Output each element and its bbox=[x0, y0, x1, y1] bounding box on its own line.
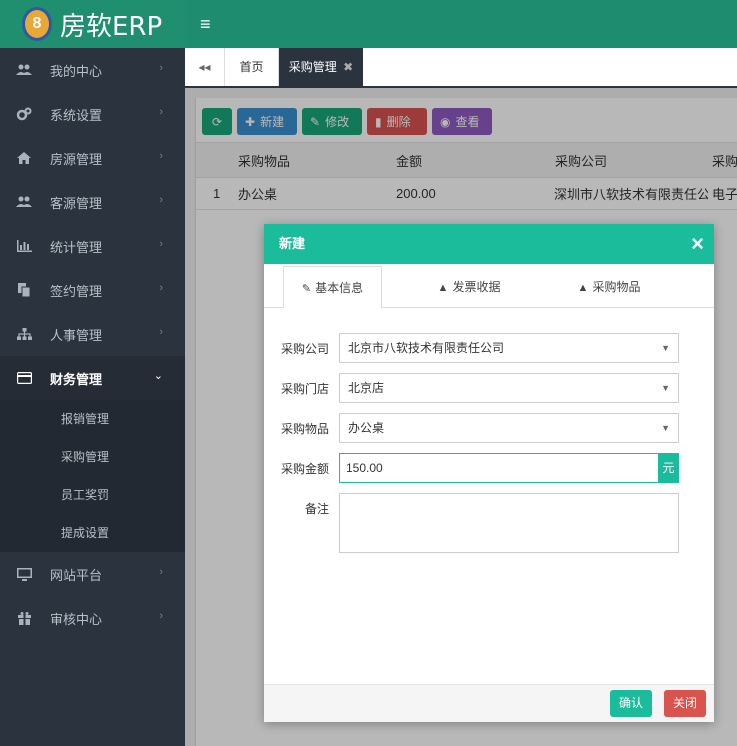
image-icon: ▲ bbox=[437, 282, 449, 294]
sidebar-item-label: 人事管理 bbox=[50, 327, 103, 343]
field-row-item: 采购物品 办公桌 ▼ bbox=[264, 413, 714, 443]
tab-basic-info[interactable]: ✎ 基本信息 bbox=[283, 266, 382, 309]
sidebar-item-hr[interactable]: 人事管理 › bbox=[0, 312, 185, 356]
desktop-icon bbox=[16, 567, 32, 581]
chevron-right-icon: › bbox=[159, 566, 163, 578]
currency-unit: 元 bbox=[658, 453, 679, 483]
tab-label: 采购管理 bbox=[288, 60, 337, 74]
tab-invoice[interactable]: ▲ 发票收据 bbox=[414, 266, 524, 308]
tab-purchase-items[interactable]: ▲ 采购物品 bbox=[554, 266, 664, 308]
sidebar-item-website[interactable]: 网站平台 › bbox=[0, 552, 185, 596]
users-icon bbox=[16, 195, 32, 209]
chevron-right-icon: › bbox=[159, 238, 163, 250]
caret-down-icon: ▼ bbox=[661, 343, 670, 353]
field-label: 采购金额 bbox=[280, 462, 329, 476]
home-icon bbox=[16, 151, 32, 165]
chevron-right-icon: › bbox=[159, 150, 163, 162]
sidebar-item-label: 系统设置 bbox=[50, 107, 103, 123]
bar-chart-icon bbox=[16, 239, 32, 253]
sidebar-item-statistics[interactable]: 统计管理 › bbox=[0, 224, 185, 268]
image-icon: ▲ bbox=[577, 282, 589, 294]
logo: 8 房软ERP bbox=[0, 0, 185, 48]
submenu-item-reimbursement[interactable]: 报销管理 bbox=[0, 400, 185, 438]
sidebar-item-label: 财务管理 bbox=[50, 371, 103, 387]
chevron-right-icon: › bbox=[159, 106, 163, 118]
item-select[interactable]: 办公桌 ▼ bbox=[339, 413, 679, 443]
menu-toggle-icon[interactable]: ≡ bbox=[200, 14, 220, 34]
sidebar-item-label: 统计管理 bbox=[50, 239, 103, 255]
field-label: 采购门店 bbox=[280, 382, 329, 396]
logo-badge-icon: 8 bbox=[22, 7, 52, 41]
submenu-item-commission[interactable]: 提成设置 bbox=[0, 514, 185, 552]
field-row-note: 备注 bbox=[264, 493, 714, 553]
chevron-right-icon: › bbox=[159, 62, 163, 74]
gift-icon bbox=[16, 611, 32, 625]
sidebar-item-label: 网站平台 bbox=[50, 567, 103, 583]
edit-icon: ✎ bbox=[301, 283, 312, 295]
sidebar-item-system-settings[interactable]: 系统设置 › bbox=[0, 92, 185, 136]
dialog-title: 新建 bbox=[279, 236, 306, 251]
cogs-icon bbox=[16, 107, 32, 121]
field-label: 采购公司 bbox=[280, 342, 329, 356]
sidebar-item-label: 签约管理 bbox=[50, 283, 103, 299]
submenu-item-purchasing[interactable]: 采购管理 bbox=[0, 438, 185, 476]
tab-home[interactable]: 首页 bbox=[225, 48, 279, 86]
sidebar-item-label: 客源管理 bbox=[50, 195, 103, 211]
field-row-company: 采购公司 北京市八软技术有限责任公司 ▼ bbox=[264, 333, 714, 363]
tab-purchasing[interactable]: 采购管理 ✖ bbox=[279, 48, 363, 86]
sidebar-item-finance[interactable]: 财务管理 ⌄ bbox=[0, 356, 185, 400]
sidebar-item-label: 审核中心 bbox=[50, 611, 103, 627]
confirm-button[interactable]: 确认 bbox=[610, 690, 652, 717]
sitemap-icon bbox=[16, 327, 32, 341]
chevron-down-icon: ⌄ bbox=[153, 370, 163, 382]
copy-icon bbox=[16, 283, 32, 297]
tab-bar: ◂◂ 首页 采购管理 ✖ bbox=[185, 48, 737, 88]
finance-submenu: 报销管理 采购管理 员工奖罚 提成设置 bbox=[0, 400, 185, 552]
new-purchase-dialog: 新建 × ✎ 基本信息 ▲ 发票收据 ▲ 采购物品 采购公司 北京市八软技术有限责任公… bbox=[264, 224, 714, 722]
chevron-right-icon: › bbox=[159, 194, 163, 206]
chevron-right-icon: › bbox=[159, 610, 163, 622]
sidebar-item-audit[interactable]: 审核中心 › bbox=[0, 596, 185, 640]
amount-input[interactable]: 150.00 bbox=[339, 453, 659, 483]
field-label: 采购物品 bbox=[280, 422, 329, 436]
tab-close-icon[interactable]: ✖ bbox=[343, 60, 353, 74]
dialog-footer: 确认 关闭 bbox=[264, 684, 714, 722]
field-label: 备注 bbox=[304, 502, 329, 516]
sidebar: 我的中心 › 系统设置 › 房源管理 › 客源管理 › 统计管理 › 签约管理 … bbox=[0, 48, 185, 746]
credit-card-icon bbox=[16, 371, 32, 385]
caret-down-icon: ▼ bbox=[661, 423, 670, 433]
sidebar-item-clients[interactable]: 客源管理 › bbox=[0, 180, 185, 224]
close-button[interactable]: 关闭 bbox=[664, 690, 706, 717]
store-select[interactable]: 北京店 ▼ bbox=[339, 373, 679, 403]
dialog-tabs: ✎ 基本信息 ▲ 发票收据 ▲ 采购物品 bbox=[264, 264, 714, 309]
tab-scroll-left-icon[interactable]: ◂◂ bbox=[185, 48, 225, 86]
close-icon[interactable]: × bbox=[691, 224, 704, 264]
top-bar: 8 房软ERP ≡ bbox=[0, 0, 737, 48]
field-row-store: 采购门店 北京店 ▼ bbox=[264, 373, 714, 403]
sidebar-item-label: 房源管理 bbox=[50, 151, 103, 167]
company-select[interactable]: 北京市八软技术有限责任公司 ▼ bbox=[339, 333, 679, 363]
app-title: 房软ERP bbox=[60, 11, 163, 42]
sidebar-item-label: 我的中心 bbox=[50, 63, 103, 79]
caret-down-icon: ▼ bbox=[661, 383, 670, 393]
sidebar-item-contracts[interactable]: 签约管理 › bbox=[0, 268, 185, 312]
dialog-header: 新建 × bbox=[264, 224, 714, 264]
sidebar-item-housing[interactable]: 房源管理 › bbox=[0, 136, 185, 180]
submenu-item-rewards[interactable]: 员工奖罚 bbox=[0, 476, 185, 514]
chevron-right-icon: › bbox=[159, 282, 163, 294]
sidebar-item-my-center[interactable]: 我的中心 › bbox=[0, 48, 185, 92]
note-textarea[interactable] bbox=[339, 493, 679, 553]
users-icon bbox=[16, 63, 32, 77]
field-row-amount: 采购金额 150.00 元 bbox=[264, 453, 714, 483]
chevron-right-icon: › bbox=[159, 326, 163, 338]
